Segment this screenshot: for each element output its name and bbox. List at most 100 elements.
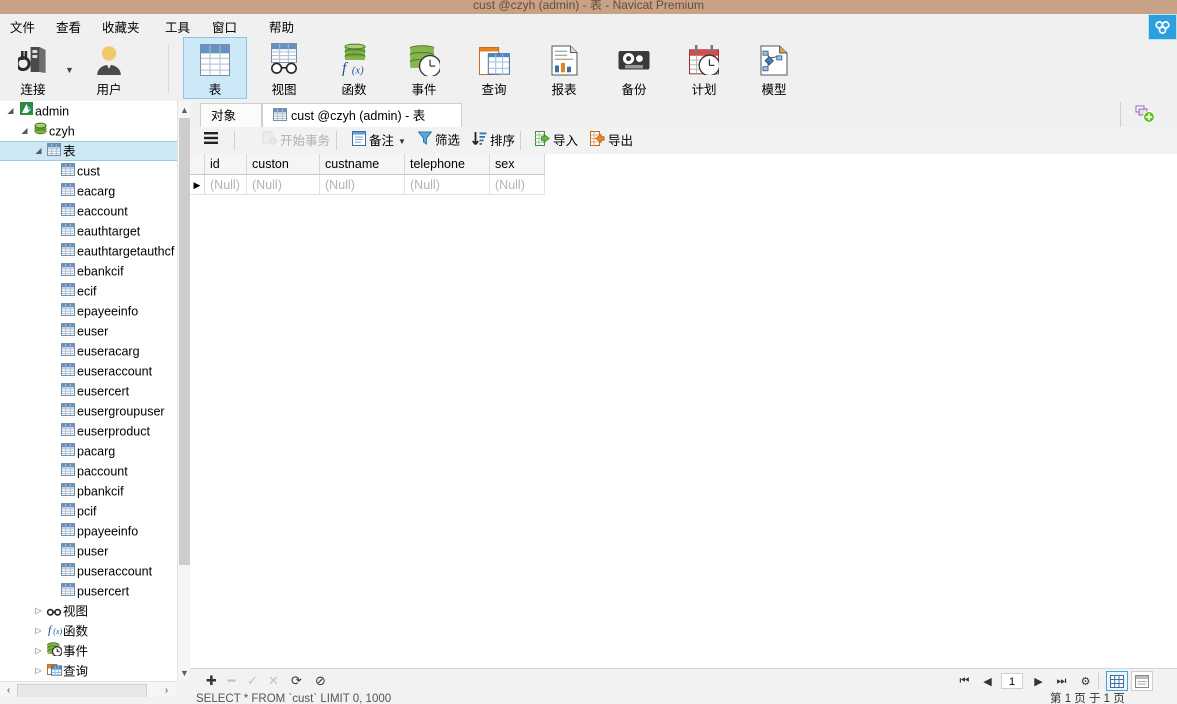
toolbar-button-查询[interactable]: 查询 bbox=[463, 38, 525, 98]
tree-item-puser[interactable]: puser bbox=[0, 541, 177, 561]
row-indicator[interactable]: ▶ bbox=[190, 175, 205, 195]
form-view-icon[interactable] bbox=[1131, 671, 1153, 691]
toolbar-button-连接[interactable]: 连接 bbox=[2, 38, 64, 98]
tree-item-pbankcif[interactable]: pbankcif bbox=[0, 481, 177, 501]
grid-view-icon[interactable] bbox=[1106, 671, 1128, 691]
tree-item-pcif[interactable]: pcif bbox=[0, 501, 177, 521]
tree-item-pacarg[interactable]: pacarg bbox=[0, 441, 177, 461]
data-grid[interactable]: id custon custname telephone sex ▶ (Null) (Null… bbox=[190, 154, 1177, 681]
toolbar-button-备份[interactable]: 备份 bbox=[603, 38, 665, 98]
note-dropdown-caret-icon[interactable]: ▼ bbox=[398, 137, 406, 146]
grid-cell[interactable]: (Null) bbox=[405, 175, 490, 195]
last-page-icon[interactable]: ⏭ bbox=[1052, 672, 1071, 690]
tab-0[interactable]: 对象 bbox=[200, 103, 262, 127]
grid-corner-header[interactable] bbox=[190, 154, 205, 175]
tree-item-cust[interactable]: cust bbox=[0, 161, 177, 181]
toolbar-button-用户[interactable]: 用户 bbox=[78, 38, 140, 98]
menu-0[interactable]: 文件 bbox=[6, 17, 39, 36]
tree-item-ecif[interactable]: ecif bbox=[0, 281, 177, 301]
tree-item-pusercert[interactable]: pusercert bbox=[0, 581, 177, 601]
stop-icon[interactable]: ⊘ bbox=[311, 672, 330, 690]
tree-item-euseraccount[interactable]: euseraccount bbox=[0, 361, 177, 381]
tree-item-函数[interactable]: ▷ f (x) 函数 bbox=[0, 621, 177, 641]
scroll-thumb[interactable] bbox=[179, 118, 190, 565]
scroll-left-arrow[interactable]: ‹ bbox=[0, 682, 17, 698]
grid-cell[interactable]: (Null) bbox=[247, 175, 320, 195]
add-record-icon[interactable]: ✚ bbox=[202, 672, 221, 690]
expander-collapsed-icon[interactable]: ▷ bbox=[32, 641, 45, 661]
objbar-label: 导入 bbox=[553, 134, 579, 148]
tree-item-admin[interactable]: ◢ admin bbox=[0, 101, 177, 121]
tree-item-eaccount[interactable]: eaccount bbox=[0, 201, 177, 221]
tree-item-euser[interactable]: euser bbox=[0, 321, 177, 341]
grid-column-header-sex[interactable]: sex bbox=[490, 154, 545, 175]
expander-collapsed-icon[interactable]: ▷ bbox=[32, 601, 45, 621]
grid-column-header-id[interactable]: id bbox=[205, 154, 247, 175]
next-page-icon[interactable]: ▶ bbox=[1029, 672, 1048, 690]
tree-item-eusercert[interactable]: eusercert bbox=[0, 381, 177, 401]
tree-item-视图[interactable]: ▷ 视图 bbox=[0, 601, 177, 621]
add-tab-button[interactable] bbox=[1120, 102, 1177, 127]
tree-item-ebankcif[interactable]: ebankcif bbox=[0, 261, 177, 281]
tree-item-paccount[interactable]: paccount bbox=[0, 461, 177, 481]
toolbar-button-模型[interactable]: 模型 bbox=[743, 38, 805, 98]
tree-item-euserproduct[interactable]: euserproduct bbox=[0, 421, 177, 441]
expander-expanded-icon[interactable]: ◢ bbox=[4, 101, 17, 121]
objbar-备注[interactable]: 备注 ▼ bbox=[352, 131, 406, 150]
menu-2[interactable]: 收藏夹 bbox=[98, 17, 144, 36]
connection-dropdown-caret-icon[interactable]: ▼ bbox=[65, 65, 74, 75]
objbar-排序[interactable]: 排序 bbox=[472, 131, 515, 150]
tree-item-czyh[interactable]: ◢ czyh bbox=[0, 121, 177, 141]
tree-item-ppayeeinfo[interactable]: ppayeeinfo bbox=[0, 521, 177, 541]
tree-item-eacarg[interactable]: eacarg bbox=[0, 181, 177, 201]
page-number-input[interactable]: 1 bbox=[1001, 673, 1023, 689]
toolbar-button-计划[interactable]: 计划 bbox=[673, 38, 735, 98]
tree-item-查询[interactable]: ▷ 查询 bbox=[0, 661, 177, 681]
tree-item-事件[interactable]: ▷ 事件 bbox=[0, 641, 177, 661]
tree-item-epayeeinfo[interactable]: epayeeinfo bbox=[0, 301, 177, 321]
objbar-hamburger-icon[interactable] bbox=[204, 131, 221, 150]
first-page-icon[interactable]: ⏮ bbox=[955, 672, 974, 690]
table-icon bbox=[59, 302, 77, 322]
menu-4[interactable]: 窗口 bbox=[208, 17, 241, 36]
tree-item-puseraccount[interactable]: puseraccount bbox=[0, 561, 177, 581]
tree-item-eauthtarget[interactable]: eauthtarget bbox=[0, 221, 177, 241]
objbar-导出[interactable]: 导出 bbox=[590, 131, 633, 150]
expander-expanded-icon[interactable]: ◢ bbox=[18, 121, 31, 141]
expander-expanded-icon[interactable]: ◢ bbox=[32, 142, 45, 160]
menu-3[interactable]: 工具 bbox=[161, 17, 194, 36]
menu-1[interactable]: 查看 bbox=[52, 17, 85, 36]
sidebar-horizontal-scrollbar[interactable]: ‹ › bbox=[0, 681, 177, 698]
expander-collapsed-icon[interactable]: ▷ bbox=[32, 621, 45, 641]
sidebar-vertical-scrollbar[interactable]: ▲ ▼ bbox=[177, 101, 191, 681]
objbar-筛选[interactable]: 筛选 bbox=[417, 131, 460, 150]
objbar-导入[interactable]: 导入 bbox=[535, 131, 578, 150]
grid-cell[interactable]: (Null) bbox=[320, 175, 405, 195]
grid-column-header-custon[interactable]: custon bbox=[247, 154, 320, 175]
menu-5[interactable]: 帮助 bbox=[265, 17, 298, 36]
tree-item-eauthtargetauthcf[interactable]: eauthtargetauthcf bbox=[0, 241, 177, 261]
toolbar-button-事件[interactable]: 事件 bbox=[393, 38, 455, 98]
tree-item-label: eusergroupuser bbox=[77, 404, 165, 419]
tree-item-eusergroupuser[interactable]: eusergroupuser bbox=[0, 401, 177, 421]
expander-collapsed-icon[interactable]: ▷ bbox=[32, 661, 45, 681]
navigation-tree[interactable]: ◢ admin ◢ czyh ◢ 表 cust eacarg eaccount eauth… bbox=[0, 101, 177, 681]
toolbar-button-报表[interactable]: 报表 bbox=[533, 38, 595, 98]
navicat-cloud-button[interactable] bbox=[1148, 14, 1177, 40]
scroll-right-arrow[interactable]: › bbox=[158, 682, 175, 698]
grid-column-header-telephone[interactable]: telephone bbox=[405, 154, 490, 175]
grid-column-header-custname[interactable]: custname bbox=[320, 154, 405, 175]
toolbar-button-表[interactable]: 表 bbox=[183, 37, 247, 99]
settings-gear-icon[interactable]: ⚙ bbox=[1076, 672, 1095, 690]
grid-cell[interactable]: (Null) bbox=[205, 175, 247, 195]
tree-item-表[interactable]: ◢ 表 bbox=[0, 141, 177, 161]
grid-cell[interactable]: (Null) bbox=[490, 175, 545, 195]
refresh-icon[interactable]: ⟳ bbox=[287, 672, 306, 690]
h-scroll-thumb[interactable] bbox=[17, 684, 147, 698]
function-icon: f (x) bbox=[338, 43, 370, 77]
toolbar-button-视图[interactable]: 视图 bbox=[253, 38, 315, 98]
tree-item-euseracarg[interactable]: euseracarg bbox=[0, 341, 177, 361]
toolbar-button-函数[interactable]: f (x) 函数 bbox=[323, 38, 385, 98]
tab-1[interactable]: cust @czyh (admin) - 表 bbox=[262, 103, 462, 127]
prev-page-icon[interactable]: ◀ bbox=[978, 672, 997, 690]
